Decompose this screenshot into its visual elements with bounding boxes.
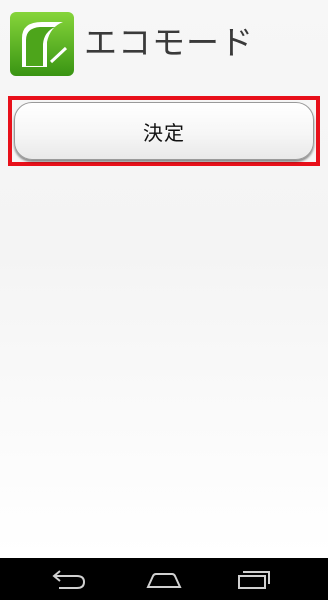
navigation-bar bbox=[0, 558, 328, 600]
back-button[interactable] bbox=[35, 562, 105, 596]
back-icon bbox=[52, 570, 86, 589]
recent-apps-icon bbox=[238, 571, 270, 589]
home-icon bbox=[146, 573, 182, 588]
eco-mode-app-icon bbox=[10, 12, 74, 76]
confirm-button[interactable]: 決定 bbox=[14, 102, 314, 160]
recent-apps-button[interactable] bbox=[218, 562, 288, 596]
confirm-button-label: 決定 bbox=[143, 120, 185, 145]
app-title: エコモード bbox=[84, 23, 254, 62]
home-button[interactable] bbox=[129, 562, 199, 596]
app-header: エコモード bbox=[0, 0, 328, 90]
